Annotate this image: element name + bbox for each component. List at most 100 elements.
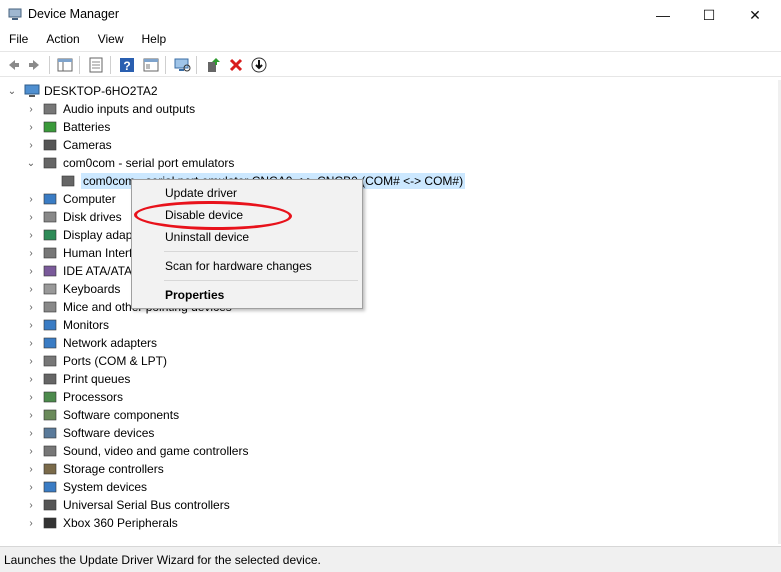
tree-item-label: Xbox 360 Peripherals — [63, 516, 178, 530]
properties-button[interactable] — [86, 55, 106, 75]
tree-item-label: Storage controllers — [63, 462, 164, 476]
tree-category-item[interactable]: ⌄ com0com - serial port emulators — [0, 154, 600, 172]
tree-item-label: Batteries — [63, 120, 111, 134]
expand-icon[interactable]: › — [25, 496, 37, 514]
maximize-button[interactable]: ☐ — [686, 0, 732, 30]
port-connector-icon — [61, 175, 75, 187]
expand-icon[interactable]: › — [25, 226, 37, 244]
tree-category-item[interactable]: › Software components — [0, 406, 600, 424]
enable-device-button[interactable] — [249, 55, 269, 75]
expand-icon[interactable]: › — [25, 406, 37, 424]
tree-category-item[interactable]: › Processors — [0, 388, 600, 406]
menu-help[interactable]: Help — [133, 30, 176, 50]
status-bar: Launches the Update Driver Wizard for th… — [0, 546, 781, 572]
expand-icon[interactable]: › — [25, 514, 37, 532]
tree-category-item[interactable]: › Software devices — [0, 424, 600, 442]
tree-item-label: Universal Serial Bus controllers — [63, 498, 230, 512]
uninstall-icon — [229, 58, 243, 72]
collapse-icon[interactable]: ⌄ — [6, 82, 18, 100]
menu-scan-hardware[interactable]: Scan for hardware changes — [133, 255, 361, 277]
title-bar: Device Manager — ☐ ✕ — [0, 0, 781, 30]
menu-action[interactable]: Action — [37, 30, 88, 50]
forward-button[interactable] — [25, 55, 45, 75]
usb-icon — [43, 499, 57, 511]
expand-icon[interactable]: › — [25, 298, 37, 316]
expand-icon[interactable]: › — [25, 208, 37, 226]
tree-item-label: System devices — [63, 480, 148, 494]
menu-view[interactable]: View — [89, 30, 133, 50]
tree-item-label: Audio inputs and outputs — [63, 102, 196, 116]
expand-icon[interactable]: › — [25, 478, 37, 496]
expand-icon[interactable]: › — [25, 136, 37, 154]
uninstall-button[interactable] — [226, 55, 246, 75]
update-driver-button[interactable] — [203, 55, 223, 75]
menu-file[interactable]: File — [0, 30, 37, 50]
gamepad-icon — [43, 517, 57, 529]
menu-properties[interactable]: Properties — [133, 284, 361, 306]
expand-icon[interactable]: › — [25, 370, 37, 388]
tree-item-label: Computer — [63, 192, 116, 206]
computer-root-icon — [24, 84, 40, 97]
tree-category-item[interactable]: › Print queues — [0, 370, 600, 388]
monitor-icon — [43, 319, 57, 331]
expand-icon[interactable]: › — [25, 280, 37, 298]
hid-icon — [43, 247, 57, 259]
software-device-icon — [43, 427, 57, 439]
show-hide-console-tree-icon — [57, 58, 73, 72]
expand-icon[interactable]: › — [25, 316, 37, 334]
tree-item-label: Monitors — [63, 318, 110, 332]
help-button[interactable]: ? — [117, 55, 137, 75]
expand-icon[interactable]: › — [25, 262, 37, 280]
minimize-icon: — — [656, 7, 670, 23]
keyboard-icon — [43, 283, 57, 295]
tree-category-item[interactable]: › Xbox 360 Peripherals — [0, 514, 600, 532]
tree-item-label: Sound, video and game controllers — [63, 444, 249, 458]
expand-icon[interactable]: › — [25, 118, 37, 136]
tree-category-item[interactable]: › Storage controllers — [0, 460, 600, 478]
tree-item-label: Keyboards — [63, 282, 121, 296]
mouse-icon — [43, 301, 57, 313]
tree-category-item[interactable]: › Universal Serial Bus controllers — [0, 496, 600, 514]
view-button[interactable] — [141, 55, 161, 75]
tree-category-item[interactable]: › Ports (COM & LPT) — [0, 352, 600, 370]
update-driver-label: Update driver — [165, 186, 238, 200]
tree-category-item[interactable]: › Audio inputs and outputs — [0, 100, 600, 118]
expand-icon[interactable]: › — [25, 100, 37, 118]
menu-update-driver[interactable]: Update driver — [133, 182, 361, 204]
tree-category-item[interactable]: › System devices — [0, 478, 600, 496]
expand-icon[interactable]: › — [25, 352, 37, 370]
expand-icon[interactable]: › — [25, 388, 37, 406]
expand-icon[interactable]: › — [25, 244, 37, 262]
system-device-icon — [43, 481, 57, 493]
device-manager-icon — [8, 8, 22, 20]
tree-category-item[interactable]: › Batteries — [0, 118, 600, 136]
menu-uninstall-device[interactable]: Uninstall device — [133, 226, 361, 248]
tree-category-item[interactable]: › Cameras — [0, 136, 600, 154]
show-hide-console-tree-button[interactable] — [55, 55, 75, 75]
context-menu: Update driver Disable device Uninstall d… — [131, 179, 363, 309]
back-button[interactable] — [3, 55, 23, 75]
tree-category-item[interactable]: › Sound, video and game controllers — [0, 442, 600, 460]
scan-hardware-button[interactable] — [172, 55, 192, 75]
ide-icon — [43, 265, 57, 277]
expand-icon[interactable]: › — [25, 424, 37, 442]
tree-item-label: Processors — [63, 390, 124, 404]
disk-drive-icon — [43, 211, 57, 223]
expand-icon[interactable]: › — [25, 190, 37, 208]
tree-item-label: Network adapters — [63, 336, 158, 350]
tree-category-item[interactable]: › Monitors — [0, 316, 600, 334]
tree-category-item[interactable]: › Network adapters — [0, 334, 600, 352]
tree-root[interactable]: ⌄ DESKTOP-6HO2TA2 — [0, 82, 300, 100]
battery-icon — [43, 121, 57, 133]
minimize-button[interactable]: — — [640, 0, 686, 30]
expand-icon[interactable]: › — [25, 442, 37, 460]
close-button[interactable]: ✕ — [732, 0, 778, 30]
back-icon — [9, 60, 19, 70]
uninstall-device-label: Uninstall device — [165, 230, 250, 244]
expand-icon[interactable]: › — [25, 334, 37, 352]
collapse-icon[interactable]: ⌄ — [25, 154, 37, 172]
update-driver-icon — [208, 58, 220, 72]
software-component-icon — [43, 409, 57, 421]
expand-icon[interactable]: › — [25, 460, 37, 478]
enable-device-icon — [251, 57, 267, 73]
